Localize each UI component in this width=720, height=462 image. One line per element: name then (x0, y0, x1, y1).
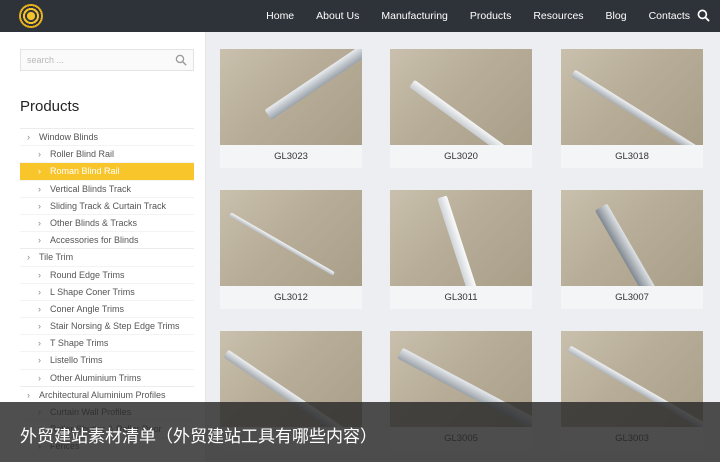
chevron-right-icon: › (38, 200, 41, 211)
chevron-right-icon: › (38, 166, 41, 177)
chevron-right-icon: › (38, 183, 41, 194)
sidebar-category-item[interactable]: › Coner Angle Trims (20, 299, 194, 317)
nav-item-contacts[interactable]: Contacts (649, 10, 690, 22)
sidebar-category-label: Vertical Blinds Track (50, 183, 132, 194)
sidebar-search (20, 49, 194, 71)
aluminium-profile-shape (264, 49, 362, 120)
sidebar-category-label: Round Edge Trims (50, 269, 125, 280)
chevron-right-icon: › (38, 338, 41, 349)
sidebar-category-item[interactable]: › Roman Blind Rail (20, 162, 194, 180)
chevron-right-icon: › (38, 321, 41, 332)
sidebar: Products › Window Blinds › Roller Blind Rai… (0, 32, 206, 462)
product-image[interactable] (220, 190, 362, 286)
nav-item-products[interactable]: Products (470, 10, 511, 22)
nav-item-about-us[interactable]: About Us (316, 10, 359, 22)
sidebar-category-label: Other Aluminium Trims (50, 372, 142, 383)
chevron-right-icon: › (38, 286, 41, 297)
product-image[interactable] (561, 190, 703, 286)
aluminium-profile-shape (437, 195, 481, 286)
product-code[interactable]: GL3023 (220, 145, 362, 168)
product-code[interactable]: GL3020 (390, 145, 532, 168)
product-card[interactable]: GL3012 (220, 190, 362, 309)
main-nav: Home About Us Manufacturing Products Res… (244, 0, 690, 32)
sidebar-category-label: Architectural Aluminium Profiles (39, 389, 166, 400)
sidebar-category-item[interactable]: › Other Aluminium Trims (20, 368, 194, 386)
chevron-right-icon: › (38, 217, 41, 228)
sidebar-category-item[interactable]: › T Shape Trims (20, 334, 194, 351)
chevron-right-icon: › (38, 303, 41, 314)
sidebar-category-item[interactable]: › Round Edge Trims (20, 265, 194, 283)
sidebar-category-item[interactable]: › Sliding Track & Curtain Track (20, 196, 194, 214)
chevron-right-icon: › (27, 389, 30, 400)
aluminium-profile-shape (570, 69, 703, 145)
chevron-right-icon: › (27, 252, 30, 263)
sidebar-category-label: Tile Trim (39, 252, 74, 263)
product-card[interactable]: GL3023 (220, 49, 362, 168)
caption-banner: 外贸建站素材清单（外贸建站工具有哪些内容） (0, 402, 720, 462)
sidebar-category-item[interactable]: › L Shape Coner Trims (20, 282, 194, 300)
product-card[interactable]: GL3020 (390, 49, 532, 168)
product-card[interactable]: GL3007 (561, 190, 703, 309)
sidebar-category-item[interactable]: › Listello Trims (20, 351, 194, 368)
search-input[interactable] (21, 50, 171, 70)
product-image[interactable] (390, 49, 532, 145)
sidebar-category-item[interactable]: › Other Blinds & Tracks (20, 213, 194, 231)
chevron-right-icon: › (27, 132, 30, 142)
search-icon[interactable] (697, 9, 710, 22)
nav-item-manufacturing[interactable]: Manufacturing (381, 10, 448, 22)
chevron-right-icon: › (38, 372, 41, 383)
product-image[interactable] (390, 190, 532, 286)
product-code[interactable]: GL3018 (561, 145, 703, 168)
product-code[interactable]: GL3007 (561, 286, 703, 309)
sidebar-category-label: Stair Norsing & Step Edge Trims (50, 321, 180, 332)
product-card[interactable]: GL3011 (390, 190, 532, 309)
sidebar-category-label: Coner Angle Trims (50, 303, 125, 314)
sidebar-category-label: Other Blinds & Tracks (50, 217, 138, 228)
sidebar-category-item[interactable]: › Window Blinds (20, 128, 194, 145)
search-icon[interactable] (175, 54, 187, 66)
sidebar-category-item[interactable]: › Tile Trim (20, 248, 194, 265)
sidebar-category-label: Sliding Track & Curtain Track (50, 200, 167, 211)
sidebar-category-label: T Shape Trims (50, 338, 109, 349)
sidebar-category-label: Listello Trims (50, 355, 103, 366)
chevron-right-icon: › (38, 269, 41, 280)
sidebar-category-item[interactable]: › Accessories for Blinds (20, 231, 194, 248)
sidebar-category-item[interactable]: › Roller Blind Rail (20, 145, 194, 162)
sidebar-title: Products (20, 98, 80, 115)
chevron-right-icon: › (38, 149, 41, 160)
chevron-right-icon: › (38, 355, 41, 366)
aluminium-profile-shape (594, 203, 678, 286)
sidebar-category-label: Window Blinds (39, 132, 99, 142)
sidebar-category-label: L Shape Coner Trims (50, 286, 135, 297)
nav-item-blog[interactable]: Blog (606, 10, 627, 22)
sidebar-category-label: Roller Blind Rail (50, 149, 115, 160)
aluminium-profile-shape (229, 212, 335, 276)
product-image[interactable] (220, 49, 362, 145)
product-code[interactable]: GL3012 (220, 286, 362, 309)
product-image[interactable] (561, 49, 703, 145)
nav-item-resources[interactable]: Resources (533, 10, 583, 22)
nav-item-home[interactable]: Home (266, 10, 294, 22)
sidebar-category-label: Accessories for Blinds (50, 235, 139, 246)
product-code[interactable]: GL3011 (390, 286, 532, 309)
aluminium-profile-shape (409, 79, 532, 145)
product-grid: GL3023GL3020GL3018GL3012GL3011GL3007GL30… (206, 32, 720, 462)
sidebar-category-item[interactable]: › Architectural Aluminium Profiles (20, 385, 194, 403)
sidebar-category-item[interactable]: › Stair Norsing & Step Edge Trims (20, 317, 194, 334)
product-card[interactable]: GL3018 (561, 49, 703, 168)
top-navigation-bar: Home About Us Manufacturing Products Res… (0, 0, 720, 32)
sidebar-category-item[interactable]: › Vertical Blinds Track (20, 179, 194, 197)
chevron-right-icon: › (38, 235, 41, 246)
sidebar-category-label: Roman Blind Rail (50, 166, 120, 177)
logo-icon[interactable] (19, 4, 43, 28)
caption-banner-text: 外贸建站素材清单（外贸建站工具有哪些内容） (20, 427, 377, 447)
